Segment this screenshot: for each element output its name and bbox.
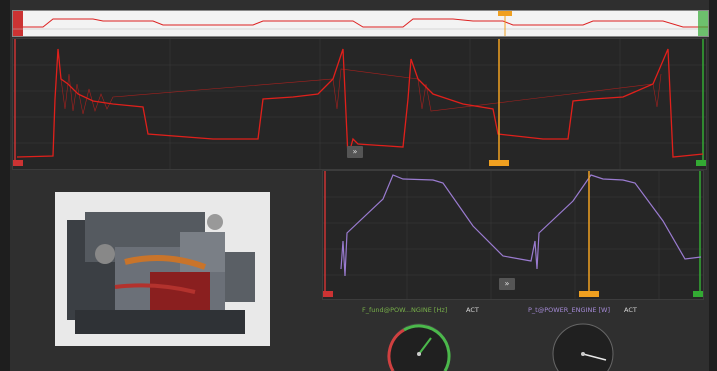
overview-trace (13, 11, 708, 36)
overview-timeline[interactable] (12, 10, 709, 37)
gauge-act-label-2: ACT (624, 306, 637, 314)
start-tag (13, 160, 23, 166)
overview-end-marker (698, 11, 708, 36)
engine-image (55, 192, 270, 346)
frequency-gauge (387, 323, 451, 371)
expand-button-2[interactable]: » (499, 278, 515, 290)
power-signal (340, 174, 702, 277)
gauge-label-frequency: F_fund@POW...NGINE [Hz] (362, 306, 448, 314)
power-start-tag (323, 291, 333, 297)
frequency-chart[interactable]: » (12, 38, 707, 170)
power-end-tag (693, 291, 703, 297)
power-chart[interactable]: » (322, 170, 704, 300)
analyzer-window: » » F_fund@POW...NGINE [Hz] ACT P_t@POWE… (0, 0, 717, 371)
power-cursor-tag[interactable] (579, 291, 599, 297)
window-frame-right (709, 0, 717, 371)
gauge-label-power: P_t@POWER_ENGINE [W] (528, 306, 611, 314)
engine-illustration (55, 192, 270, 346)
window-frame-left (0, 0, 10, 371)
overview-start-marker (13, 11, 23, 36)
end-tag (696, 160, 706, 166)
overview-signal (23, 18, 708, 28)
power-gauge (552, 323, 614, 371)
expand-button-1[interactable]: » (347, 146, 363, 158)
gauge-act-label-1: ACT (466, 306, 479, 314)
cursor-tag[interactable] (489, 160, 509, 166)
